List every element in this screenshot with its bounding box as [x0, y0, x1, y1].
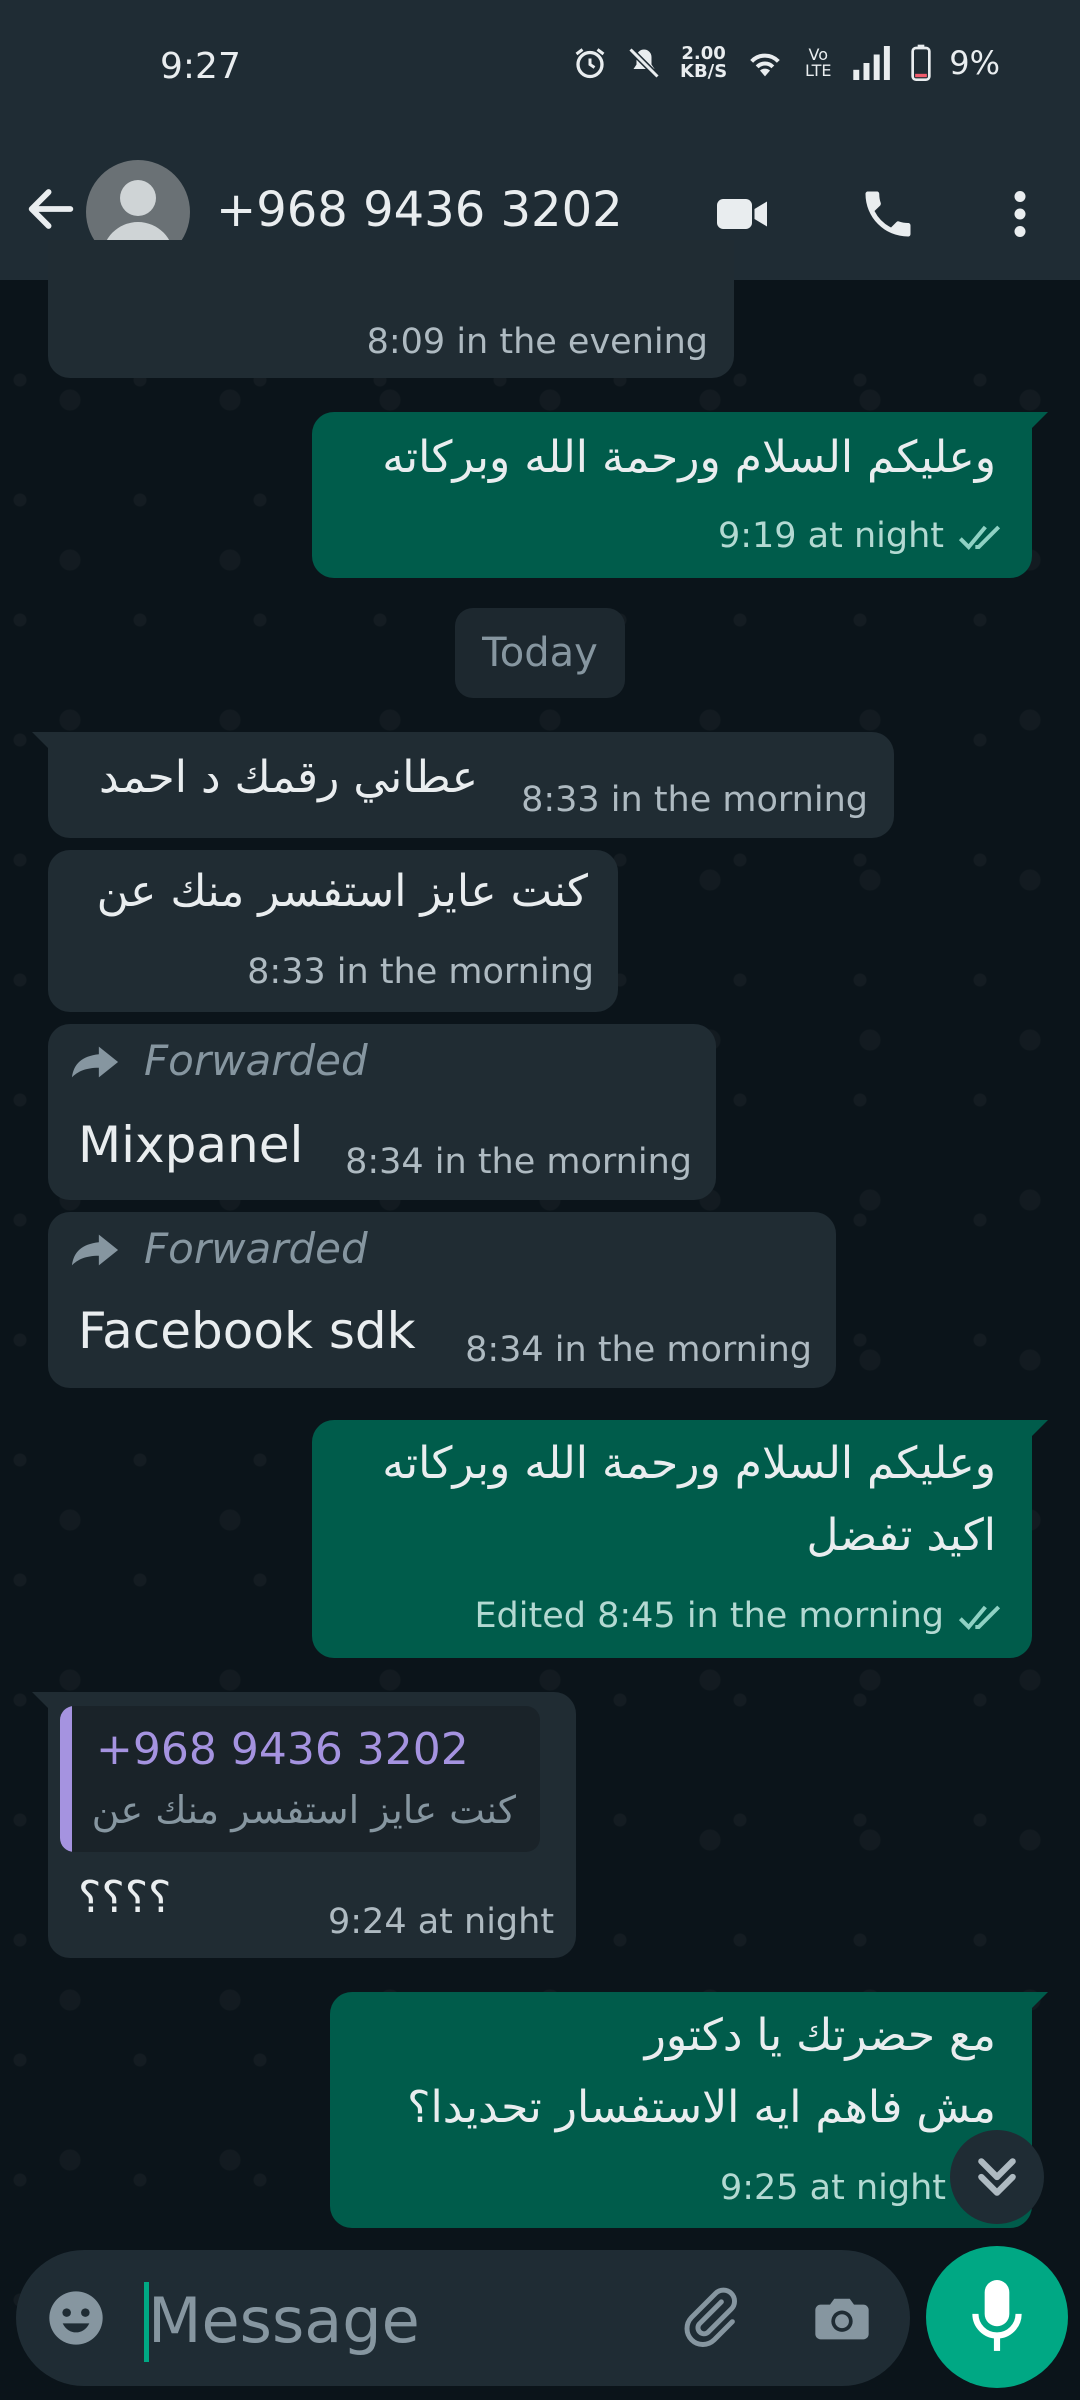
signal-icon [853, 46, 891, 80]
camera-icon[interactable] [810, 2286, 874, 2350]
message-bubble-incoming[interactable]: 8:09 in the evening [48, 240, 734, 378]
message-time: 9:25 at night [719, 2168, 946, 2208]
message-text-line-2: مش فاهم ايه الاستفسار تحديدا؟ [407, 2082, 996, 2133]
message-text: كنت عايز استفسر منك عن [96, 866, 588, 917]
wifi-icon [750, 53, 781, 77]
message-text-line-1: وعليكم السلام ورحمة الله وبركاته [382, 1438, 996, 1489]
message-input[interactable]: Message [148, 2284, 420, 2357]
volte-label: Vo LTE [804, 45, 832, 80]
mic-icon [972, 2280, 1022, 2351]
message-bubble-forwarded[interactable]: Forwarded Facebook sdk 8:34 in the morni… [48, 1212, 836, 1388]
read-ticks-icon [958, 1605, 1001, 1630]
contact-name[interactable]: +968 9436 3202 [216, 182, 623, 238]
status-time: 9:27 [160, 46, 241, 87]
message-text: عطاني رقمك د احمد [99, 752, 478, 803]
message-time: 8:09 in the evening [366, 322, 708, 362]
message-time: 9:19 at night [717, 516, 944, 556]
back-arrow-icon[interactable] [22, 180, 80, 238]
attach-icon[interactable] [676, 2284, 742, 2350]
double-chevron-down-icon [978, 2158, 1016, 2196]
message-text-line-1: مع حضرتك يا دكتور [644, 2010, 996, 2061]
message-bubble-incoming[interactable]: كنت عايز استفسر منك عن 8:33 in the morni… [48, 850, 618, 1012]
message-time: 8:34 in the morning [465, 1330, 812, 1370]
quote-text: كنت عايز استفسر منك عن [91, 1788, 516, 1832]
message-time: 8:33 in the morning [521, 780, 868, 820]
message-bubble-outgoing[interactable]: وعليكم السلام ورحمة الله وبركاته اكيد تف… [312, 1420, 1048, 1658]
message-time: 8:33 in the morning [247, 952, 594, 992]
forward-arrow-icon [71, 1234, 119, 1266]
quote-accent-bar [60, 1706, 72, 1852]
message-bubble-outgoing[interactable]: وعليكم السلام ورحمة الله وبركاته 9:19 at… [312, 412, 1048, 578]
date-divider: Today [455, 608, 625, 698]
voice-message-button[interactable] [926, 2246, 1068, 2388]
alarm-icon [575, 48, 605, 79]
message-text: Facebook sdk [78, 1302, 416, 1360]
emoji-icon[interactable] [44, 2286, 108, 2350]
scroll-to-bottom-button[interactable] [950, 2130, 1044, 2224]
message-bubble-forwarded[interactable]: Forwarded Mixpanel 8:34 in the morning [48, 1024, 716, 1200]
forwarded-label: Forwarded [144, 1036, 368, 1085]
message-text: Mixpanel [78, 1116, 304, 1174]
message-bubble-incoming[interactable]: عطاني رقمك د احمد 8:33 in the morning [32, 732, 894, 838]
message-text: ؟؟؟؟ [78, 1872, 172, 1923]
forwarded-label: Forwarded [144, 1224, 368, 1273]
message-composer: Message [16, 2250, 910, 2386]
status-icons: 2.00 KB/S Vo LTE 9% [572, 44, 1000, 82]
quoted-message[interactable]: +968 9436 3202 كنت عايز استفسر منك عن [60, 1706, 540, 1852]
message-text-line-2: اكيد تفضل [806, 1510, 996, 1561]
message-time: 9:24 at night [328, 1902, 555, 1942]
more-options-icon[interactable] [990, 184, 1050, 244]
status-bar: 9:27 2.00 KB/S Vo LTE 9% [0, 0, 1080, 140]
voice-call-icon[interactable] [858, 184, 918, 244]
read-ticks-icon [958, 525, 1001, 550]
net-speed: 2.00 KB/S [680, 43, 728, 82]
quote-sender: +968 9436 3202 [96, 1724, 469, 1775]
message-time: 8:34 in the morning [345, 1142, 692, 1182]
message-bubble-outgoing[interactable]: مع حضرتك يا دكتور مش فاهم ايه الاستفسار … [330, 1992, 1048, 2228]
battery-percent: 9% [949, 44, 1000, 82]
forward-arrow-icon [71, 1046, 119, 1078]
video-call-icon[interactable] [712, 184, 772, 244]
message-text: وعليكم السلام ورحمة الله وبركاته [382, 432, 996, 483]
message-time: Edited 8:45 in the morning [474, 1596, 944, 1636]
mute-icon [628, 47, 660, 79]
battery-icon [911, 44, 931, 81]
